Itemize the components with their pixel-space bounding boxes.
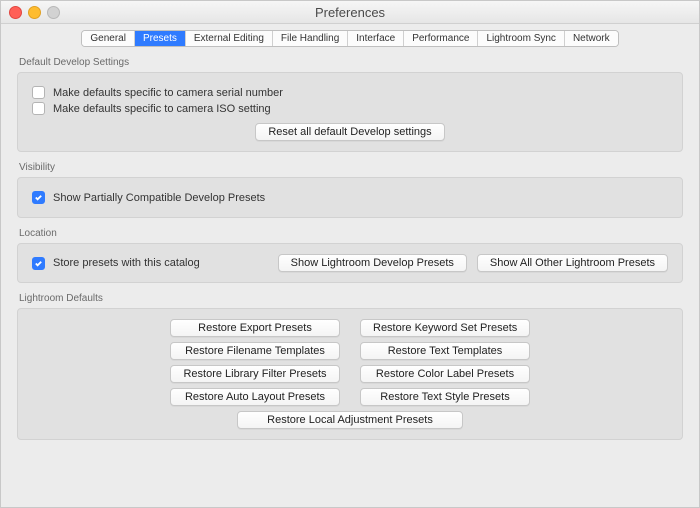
checkbox-show-partial[interactable] [32, 191, 45, 204]
restore-local-adjustment-presets-button[interactable]: Restore Local Adjustment Presets [237, 411, 463, 429]
restore-filename-templates-button[interactable]: Restore Filename Templates [170, 342, 340, 360]
reset-default-develop-button[interactable]: Reset all default Develop settings [255, 123, 444, 141]
minimize-icon[interactable] [28, 6, 41, 19]
section-lightroom-defaults: Lightroom Defaults Restore Export Preset… [17, 293, 683, 440]
restore-auto-layout-presets-button[interactable]: Restore Auto Layout Presets [170, 388, 340, 406]
section-default-develop: Default Develop Settings Make defaults s… [17, 57, 683, 152]
section-title-lightroom-defaults: Lightroom Defaults [19, 293, 683, 304]
label-show-partial: Show Partially Compatible Develop Preset… [53, 192, 265, 204]
tab-performance[interactable]: Performance [404, 31, 478, 46]
tab-network[interactable]: Network [565, 31, 618, 46]
restore-export-presets-button[interactable]: Restore Export Presets [170, 319, 340, 337]
tab-lightroom-sync[interactable]: Lightroom Sync [478, 31, 564, 46]
label-iso-specific: Make defaults specific to camera ISO set… [53, 103, 271, 115]
label-store-with-catalog: Store presets with this catalog [53, 257, 200, 269]
tab-interface[interactable]: Interface [348, 31, 404, 46]
content: Default Develop Settings Make defaults s… [1, 47, 699, 507]
tab-presets[interactable]: Presets [135, 31, 186, 46]
show-other-presets-button[interactable]: Show All Other Lightroom Presets [477, 254, 668, 272]
checkbox-iso-specific[interactable] [32, 102, 45, 115]
section-title-default-develop: Default Develop Settings [19, 57, 683, 68]
preferences-window: Preferences General Presets External Edi… [0, 0, 700, 508]
show-develop-presets-button[interactable]: Show Lightroom Develop Presets [278, 254, 467, 272]
section-location: Location Store presets with this catalog… [17, 228, 683, 283]
checkbox-serial-specific[interactable] [32, 86, 45, 99]
section-title-location: Location [19, 228, 683, 239]
tab-general[interactable]: General [82, 31, 135, 46]
tab-external-editing[interactable]: External Editing [186, 31, 273, 46]
label-serial-specific: Make defaults specific to camera serial … [53, 87, 283, 99]
section-visibility: Visibility Show Partially Compatible Dev… [17, 162, 683, 218]
tab-file-handling[interactable]: File Handling [273, 31, 348, 46]
restore-color-label-presets-button[interactable]: Restore Color Label Presets [360, 365, 530, 383]
restore-library-filter-presets-button[interactable]: Restore Library Filter Presets [170, 365, 340, 383]
checkbox-store-with-catalog[interactable] [32, 257, 45, 270]
restore-text-style-presets-button[interactable]: Restore Text Style Presets [360, 388, 530, 406]
restore-keyword-set-presets-button[interactable]: Restore Keyword Set Presets [360, 319, 530, 337]
tabbar: General Presets External Editing File Ha… [1, 30, 699, 47]
restore-text-templates-button[interactable]: Restore Text Templates [360, 342, 530, 360]
window-controls [1, 6, 60, 19]
close-icon[interactable] [9, 6, 22, 19]
maximize-icon [47, 6, 60, 19]
section-title-visibility: Visibility [19, 162, 683, 173]
titlebar: Preferences [1, 1, 699, 24]
window-title: Preferences [1, 5, 699, 20]
